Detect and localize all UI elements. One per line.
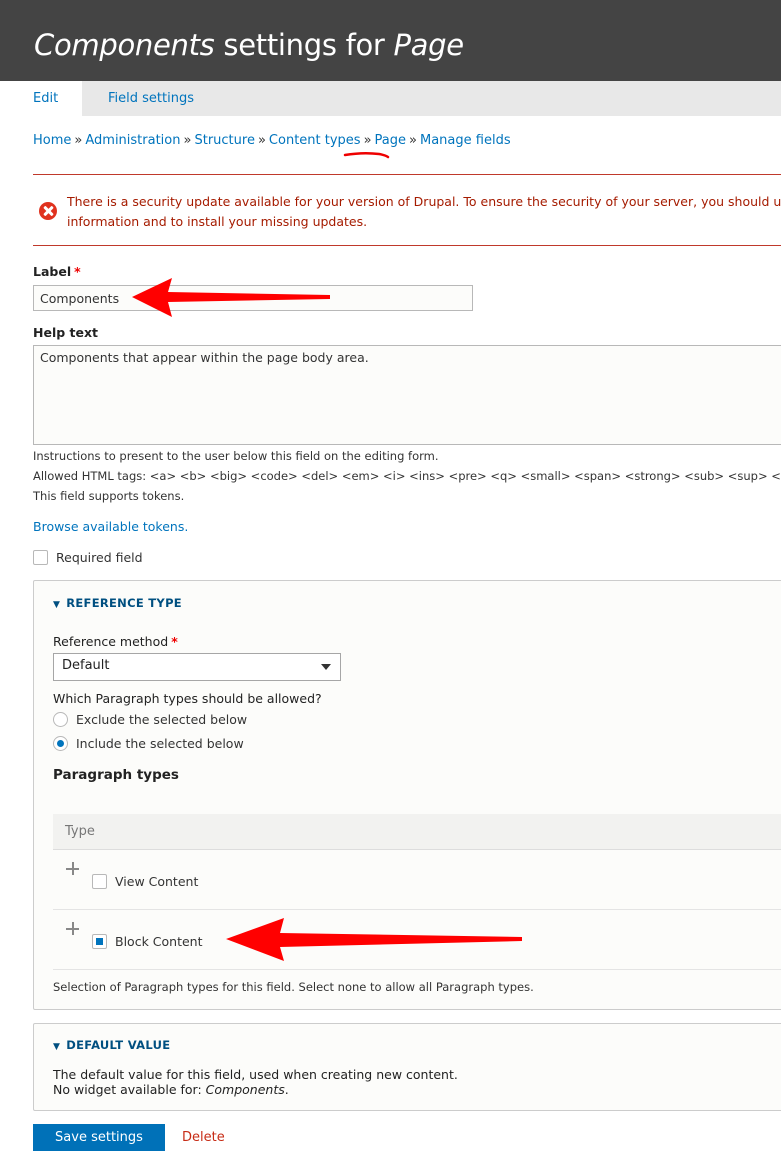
include-radio-label: Include the selected below [76, 736, 244, 751]
drag-handle-icon[interactable] [66, 922, 79, 935]
collapse-triangle-icon: ▼ [53, 600, 61, 610]
breadcrumb-structure[interactable]: Structure [194, 133, 254, 148]
table-row: View Content [53, 850, 781, 910]
title-field-name: Components [34, 28, 215, 62]
help-text-input[interactable]: Components that appear within the page b… [33, 345, 781, 445]
breadcrumb-administration[interactable]: Administration [85, 133, 180, 148]
include-radio[interactable] [53, 736, 68, 751]
reference-method-select[interactable]: Default [53, 653, 341, 681]
label-field-label: Label * [33, 264, 81, 279]
primary-tabs: Edit Field settings [0, 81, 781, 116]
label-input[interactable] [33, 285, 473, 311]
reference-method-label-text: Reference method [53, 634, 169, 649]
table-row: Block Content [53, 910, 781, 970]
block-content-checkbox[interactable] [92, 934, 107, 949]
page-title: Components settings for Page [34, 28, 464, 62]
exclude-radio-label: Exclude the selected below [76, 712, 248, 727]
default-value-legend: DEFAULT VALUE [66, 1038, 171, 1052]
breadcrumb-separator: » [409, 133, 417, 148]
tab-field-settings[interactable]: Field settings [108, 81, 194, 116]
title-bundle-name: Page [393, 28, 464, 62]
error-message-line-2: information and to install your missing … [67, 214, 368, 229]
delete-link[interactable]: Delete [182, 1130, 225, 1145]
no-widget-suffix: . [284, 1082, 289, 1097]
breadcrumb-separator: » [257, 133, 266, 148]
no-widget-prefix: No widget available for: [53, 1082, 206, 1097]
tokens-support-note: This field supports tokens. [33, 489, 185, 503]
error-message-line-1: There is a security update available for… [67, 194, 781, 209]
default-value-fieldset: ▼ DEFAULT VALUE The default value for thi… [33, 1023, 781, 1111]
breadcrumb-home[interactable]: Home [33, 133, 71, 148]
breadcrumb-manage-fields[interactable]: Manage fields [420, 133, 511, 148]
help-text-description: Instructions to present to the user belo… [33, 449, 439, 463]
reference-type-toggle[interactable]: ▼ REFERENCE TYPE [53, 596, 182, 610]
error-circle-x-icon [39, 202, 57, 220]
required-asterisk: * [171, 634, 178, 649]
drag-handle-icon[interactable] [66, 862, 79, 875]
breadcrumb-separator: » [74, 133, 83, 148]
error-message: There is a security update available for… [33, 174, 781, 246]
no-widget-note: No widget available for: Components. [53, 1082, 289, 1097]
error-message-text: There is a security update available for… [67, 192, 781, 232]
exclude-radio[interactable] [53, 712, 68, 727]
help-text-label: Help text [33, 325, 99, 340]
annotation-underline [343, 151, 390, 159]
reference-method-selected: Default [62, 658, 110, 673]
breadcrumb: Home» Administration» Structure» Content ty… [33, 133, 511, 148]
table-header: Type [53, 814, 781, 850]
required-asterisk: * [74, 264, 81, 279]
save-settings-button[interactable]: Save settings [33, 1124, 165, 1151]
allowed-html-tags: Allowed HTML tags: <a> <b> <big> <code> … [33, 469, 781, 483]
browse-tokens-link[interactable]: Browse available tokens. [33, 519, 188, 534]
column-header-type: Type [65, 824, 95, 839]
dropdown-arrow-icon [321, 664, 331, 670]
tab-edit[interactable]: Edit [0, 81, 82, 116]
paragraph-types-table: Type View Content Block Content [53, 814, 781, 971]
reference-method-label: Reference method * [53, 634, 178, 649]
paragraph-types-heading: Paragraph types [53, 767, 179, 783]
label-field-label-text: Label [33, 264, 72, 279]
default-value-toggle[interactable]: ▼ DEFAULT VALUE [53, 1038, 170, 1052]
page-header: Components settings for Page [0, 0, 781, 81]
breadcrumb-separator: » [183, 133, 192, 148]
block-content-label: Block Content [115, 934, 203, 949]
title-middle: settings for [214, 28, 394, 62]
reference-type-fieldset: ▼ REFERENCE TYPE Reference method * Defaul… [33, 580, 781, 1010]
required-field-label: Required field [56, 550, 143, 565]
breadcrumb-page[interactable]: Page [375, 133, 406, 148]
breadcrumb-content-types[interactable]: Content types [269, 133, 361, 148]
reference-type-legend: REFERENCE TYPE [66, 596, 182, 610]
default-value-description: The default value for this field, used w… [53, 1067, 458, 1082]
allowed-question-label: Which Paragraph types should be allowed? [53, 691, 322, 706]
paragraph-types-description: Selection of Paragraph types for this fi… [53, 980, 534, 994]
view-content-checkbox[interactable] [92, 874, 107, 889]
no-widget-field-name: Components [205, 1082, 285, 1097]
collapse-triangle-icon: ▼ [53, 1042, 61, 1052]
required-field-checkbox[interactable] [33, 550, 48, 565]
breadcrumb-separator: » [363, 133, 372, 148]
view-content-label: View Content [115, 874, 199, 889]
